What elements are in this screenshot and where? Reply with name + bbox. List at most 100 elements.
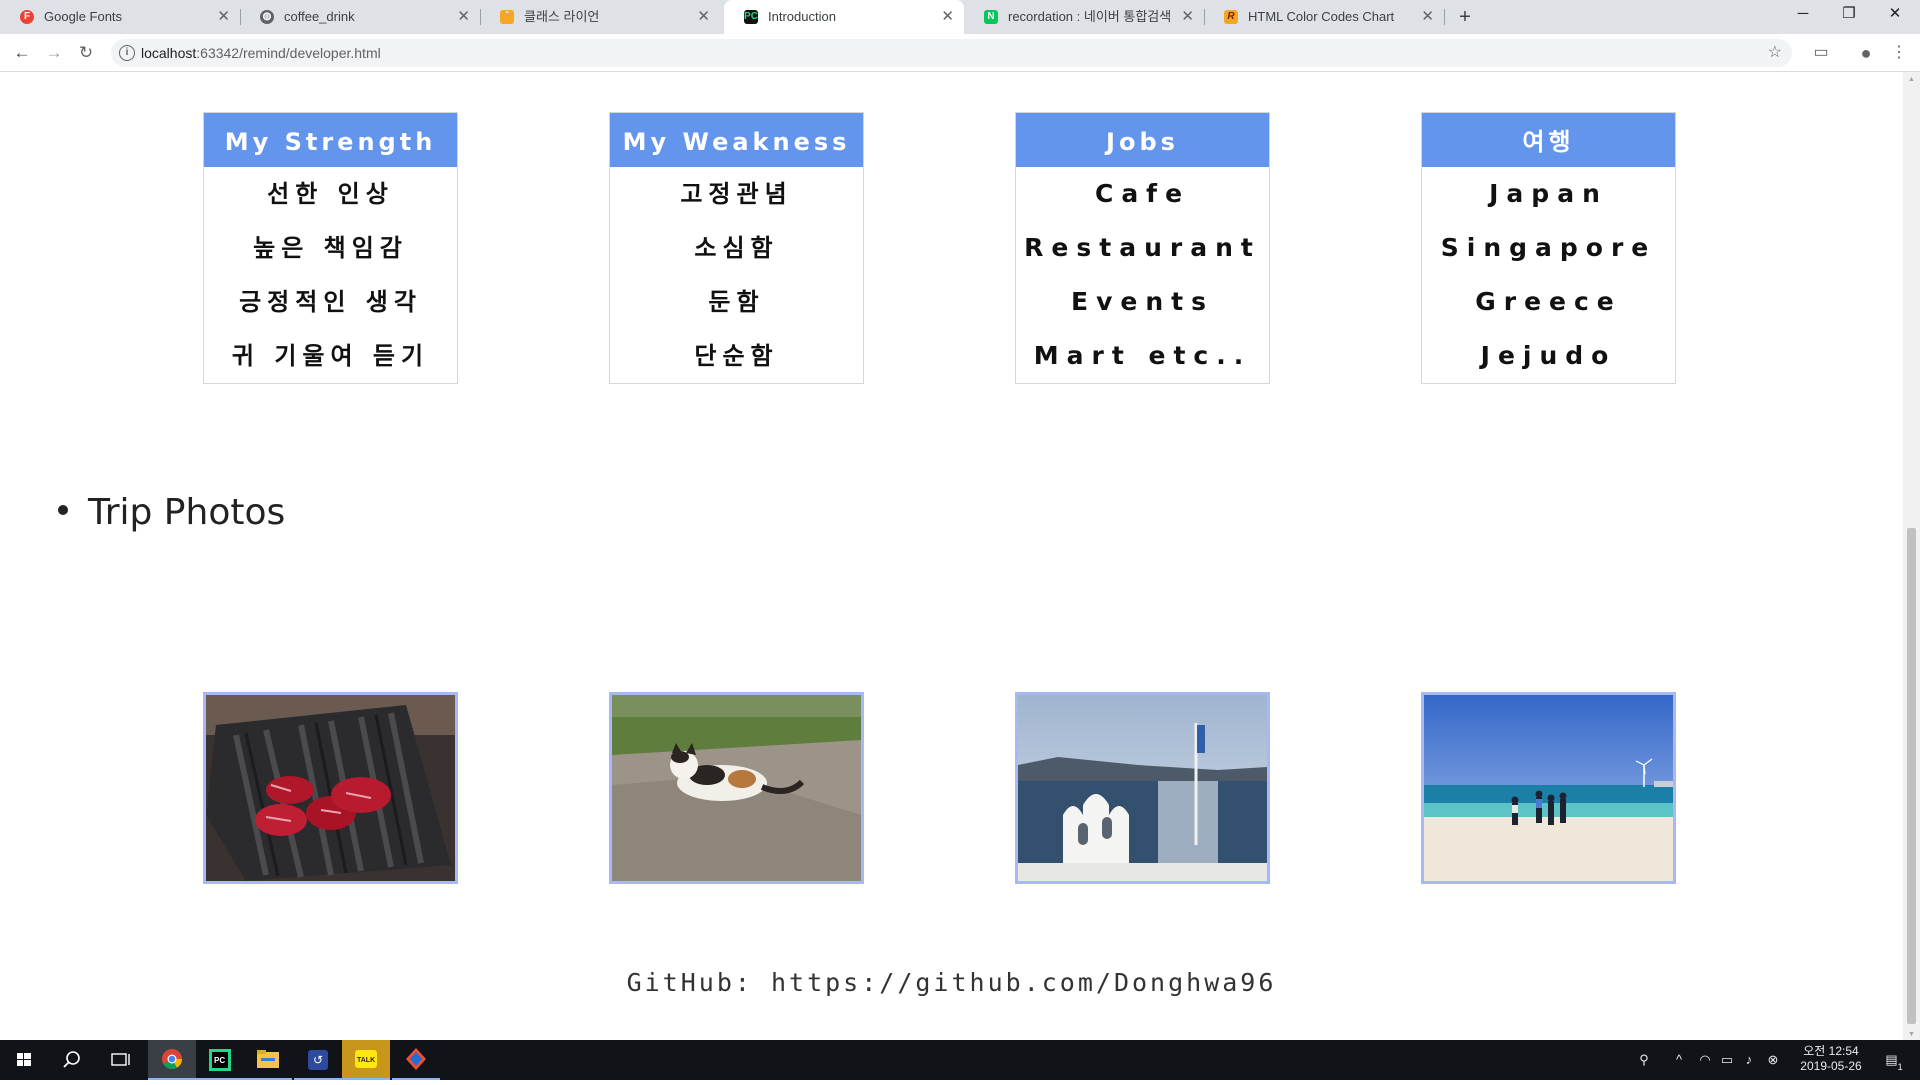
windows-logo-icon [17,1053,31,1066]
restore-button[interactable]: ❐ [1826,0,1872,30]
wifi-icon[interactable]: ◠ [1694,1040,1716,1080]
clock-date: 2019-05-26 [1800,1059,1862,1073]
folder-icon [257,1050,279,1068]
back-button[interactable]: ← [8,34,36,72]
clock[interactable]: 오전 12:54 2019-05-26 [1788,1040,1874,1080]
close-icon[interactable]: ✕ [941,0,954,34]
reload-button[interactable]: ↻ [72,34,100,72]
taskbar-gitkraken[interactable] [392,1040,440,1080]
scrollbar-thumb[interactable] [1907,528,1916,1024]
card-weakness: My Weakness 고정관념 소심함 둔함 단순함 [609,112,864,384]
forward-button[interactable]: → [40,34,68,72]
tab-introduction[interactable]: PC Introduction ✕ [724,0,964,34]
people-icon[interactable]: ⚲ [1632,1040,1656,1080]
card-strength: My Strength 선한 인상 높은 책임감 긍정적인 생각 귀 기울여 듣… [203,112,458,384]
taskbar-sourcetree[interactable]: ↺ [294,1040,342,1080]
page-scrollbar[interactable]: ▲ ▼ [1903,72,1920,1040]
new-tab-button[interactable]: + [1454,0,1476,34]
url-path: :63342/remind/developer.html [196,45,381,61]
pycharm-icon: PC [209,1049,231,1071]
greece-church-photo-image [1018,695,1267,881]
info-icon[interactable]: i [119,45,135,61]
address-bar[interactable]: i localhost:63342/remind/developer.html … [111,39,1792,67]
tab-class-lion[interactable]: ˇ 클래스 라이언 ✕ [480,0,720,34]
search-button[interactable] [48,1040,96,1080]
close-icon[interactable]: ✕ [457,0,470,34]
browser-toolbar: ← → ↻ i localhost:63342/remind/developer… [0,34,1920,72]
tab-title: Introduction [768,9,836,24]
cat-photo[interactable] [609,692,864,884]
github-footer[interactable]: GitHub: https://github.com/Donghwa96 [0,968,1903,997]
tab-google-fonts[interactable]: F Google Fonts ✕ [0,0,241,34]
taskbar-chrome[interactable] [148,1040,196,1080]
section-heading-text: Trip Photos [88,492,286,533]
task-view-icon [111,1053,130,1066]
card-item: Mart etc.. [1033,341,1252,370]
action-center-button[interactable]: ▤1 [1874,1040,1914,1080]
cast-icon[interactable]: ▭ [1808,34,1834,72]
tab-bar: F Google Fonts ✕ ◍ coffee_drink ✕ ˇ 클래스 … [0,0,1920,34]
bookmark-star-icon[interactable]: ☆ [1768,39,1782,67]
bullet-icon [58,505,68,515]
minimize-button[interactable]: ─ [1780,0,1826,30]
card-item: 높은 책임감 [253,234,408,262]
scroll-up-arrow-icon[interactable]: ▲ [1903,76,1920,83]
close-icon[interactable]: ✕ [1421,0,1434,34]
class-lion-icon: ˇ [500,10,514,24]
card-item: 선한 인상 [267,180,394,208]
card-item: Japan [1489,179,1608,208]
beef-photo[interactable] [203,692,458,884]
profile-icon[interactable]: ● [1853,34,1879,72]
rapidtables-icon: R [1224,10,1238,24]
beef-photo-image [206,695,455,881]
beach-photo-image [1424,695,1673,881]
card-item: Restaurant [1024,233,1261,262]
card-title: My Weakness [610,113,863,167]
greece-church-photo[interactable] [1015,692,1270,884]
windows-taskbar: PC ↺ TALK ⚲ ^ ◠ ▭ ♪ ⊗ 오전 12:54 2019-05-2… [0,1040,1920,1080]
taskbar-kakaotalk[interactable]: TALK [342,1040,390,1080]
tab-coffee-drink[interactable]: ◍ coffee_drink ✕ [240,0,481,34]
tab-naver[interactable]: N recordation : 네이버 통합검색 ✕ [964,0,1205,34]
card-item: Jejudo [1480,341,1617,370]
task-view-button[interactable] [96,1040,144,1080]
taskbar-pycharm[interactable]: PC [196,1040,244,1080]
card-item: Cafe [1094,179,1191,208]
naver-icon: N [984,10,998,24]
card-item: 단순함 [694,342,779,370]
tab-html-color-codes[interactable]: R HTML Color Codes Chart ✕ [1204,0,1445,34]
taskbar-file-explorer[interactable] [244,1040,292,1080]
card-item: 귀 기울여 듣기 [231,342,430,370]
volume-icon[interactable]: ♪ [1738,1040,1760,1080]
tray-chevron-icon[interactable]: ^ [1668,1040,1690,1080]
chrome-icon [162,1049,183,1070]
git-client-icon [406,1048,426,1070]
globe-icon: ◍ [260,10,274,24]
card-title: 여행 [1422,113,1675,167]
scroll-down-arrow-icon[interactable]: ▼ [1903,1031,1920,1038]
start-button[interactable] [0,1040,48,1080]
cat-photo-image [612,695,861,881]
card-item: Events [1071,287,1214,316]
clock-time: 오전 12:54 [1803,1044,1859,1058]
tab-title: 클래스 라이언 [524,9,600,24]
beach-photo[interactable] [1421,692,1676,884]
close-icon[interactable]: ✕ [217,0,230,34]
tab-title: Google Fonts [44,9,123,24]
battery-icon[interactable]: ▭ [1716,1040,1738,1080]
tab-title: HTML Color Codes Chart [1248,9,1395,24]
card-item: Singapore [1440,233,1657,262]
url-host: localhost [141,45,197,61]
close-icon[interactable]: ✕ [697,0,710,34]
menu-icon[interactable]: ⋮ [1886,34,1912,72]
tab-title: recordation : 네이버 통합검색 [1008,9,1172,24]
card-item: 긍정적인 생각 [239,288,422,316]
network-status-icon[interactable]: ⊗ [1762,1040,1784,1080]
close-icon[interactable]: ✕ [1181,0,1194,34]
close-window-button[interactable]: ✕ [1872,0,1918,30]
svg-text:PC: PC [214,1056,225,1065]
pycharm-icon: PC [744,10,758,24]
notification-icon: ▤ [1885,1052,1898,1067]
page-viewport: My Strength 선한 인상 높은 책임감 긍정적인 생각 귀 기울여 듣… [0,72,1920,1040]
svg-text:TALK: TALK [357,1057,375,1064]
